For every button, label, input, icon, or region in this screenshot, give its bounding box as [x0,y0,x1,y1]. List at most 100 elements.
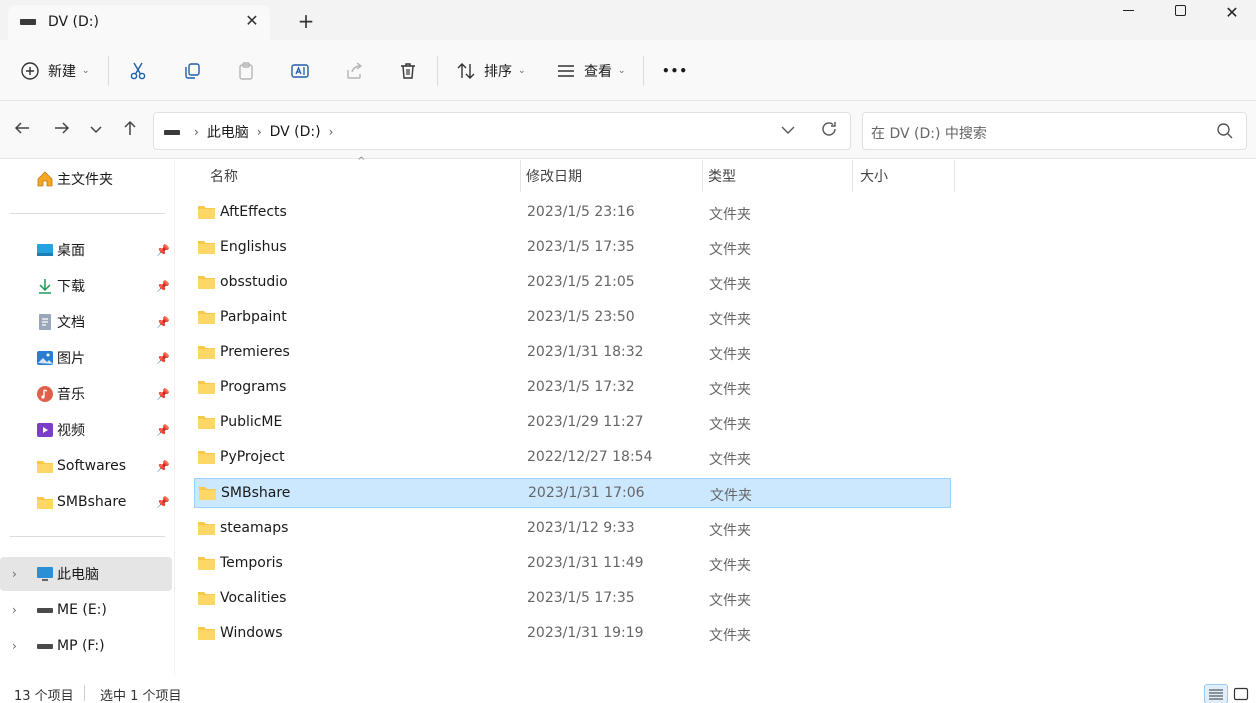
file-name: Vocalities [220,590,287,606]
file-row-vocalities[interactable]: Vocalities 2023/1/5 17:35 文件夹 [194,584,951,614]
file-row-parbpaint[interactable]: Parbpaint 2023/1/5 23:50 文件夹 [194,303,951,333]
pin-icon: 📌 [156,243,170,257]
folder-icon [198,557,215,570]
breadcrumb-separator[interactable]: › [257,125,262,139]
file-date: 2023/1/5 23:50 [527,309,635,325]
file-date: 2023/1/31 17:06 [528,485,645,501]
drive-icon [20,19,36,25]
file-row-temporis[interactable]: Temporis 2023/1/31 11:49 文件夹 [194,549,951,579]
chevron-right-icon[interactable]: › [12,567,17,581]
file-row-premieres[interactable]: Premieres 2023/1/31 18:32 文件夹 [194,338,951,368]
details-view-button[interactable] [1204,684,1228,703]
tab-close-button[interactable]: ✕ [242,11,262,31]
forward-button[interactable] [50,119,74,143]
item-count: 13 个项目 [14,689,74,703]
chevron-right-icon[interactable]: › [12,603,17,617]
file-type: 文件夹 [709,452,751,468]
sidebar-item-music[interactable]: 音乐 📌 [0,377,172,411]
pin-icon: 📌 [156,351,170,365]
share-button[interactable] [344,53,364,89]
large-icons-view-button[interactable] [1233,686,1249,702]
file-row-aftEffects[interactable]: AftEffects 2023/1/5 23:16 文件夹 [194,198,951,228]
file-name: SMBshare [221,485,291,501]
file-date: 2023/1/5 23:16 [527,204,635,220]
sidebar-item-documents[interactable]: 文档 📌 [0,305,172,339]
column-divider[interactable] [954,160,955,192]
file-name: PublicME [220,414,283,430]
more-options-button[interactable]: ••• [662,53,688,89]
column-header-name[interactable]: 名称 [210,160,238,192]
file-date: 2023/1/5 17:32 [527,379,635,395]
drive-icon [37,608,53,613]
sidebar-item-videos[interactable]: 视频 📌 [0,413,172,447]
breadcrumb-separator[interactable]: › [329,125,334,139]
file-type: 文件夹 [709,382,751,398]
file-row-englishus[interactable]: Englishus 2023/1/5 17:35 文件夹 [194,233,951,263]
sidebar-item-label: SMBshare [57,494,127,510]
back-button[interactable] [10,119,34,143]
sidebar-item-home[interactable]: 主文件夹 [0,162,172,196]
new-tab-button[interactable]: + [294,10,318,34]
breadcrumb-this-pc[interactable]: 此电脑 [207,122,249,142]
scissors-icon [130,62,146,80]
recent-locations-button[interactable] [84,119,108,143]
column-divider[interactable] [702,160,703,192]
file-name: Programs [220,379,287,395]
cut-button[interactable] [128,53,148,89]
file-row-smbshare[interactable]: SMBshare 2023/1/31 17:06 文件夹 [194,478,951,508]
file-date: 2022/12/27 18:54 [527,449,653,465]
breadcrumb: › 此电脑 › DV (D:) › [186,122,341,142]
copy-button[interactable] [182,53,202,89]
pin-icon: 📌 [156,423,170,437]
sidebar-item-this-pc[interactable]: › 此电脑 [0,557,172,591]
column-header-date[interactable]: 修改日期 [526,160,582,192]
delete-button[interactable] [398,53,418,89]
close-window-button[interactable]: ✕ [1206,0,1256,30]
column-divider[interactable] [852,160,853,192]
sidebar-item-smbshare[interactable]: SMBshare 📌 [0,485,172,519]
chevron-down-icon: ⌄ [518,66,526,76]
sort-button[interactable]: 排序 ⌄ [456,53,526,89]
paste-button[interactable] [236,53,256,89]
maximize-button[interactable] [1154,0,1206,30]
breadcrumb-separator[interactable]: › [194,125,199,139]
breadcrumb-dv-d[interactable]: DV (D:) [270,124,321,140]
sidebar-item-softwares[interactable]: Softwares 📌 [0,449,172,483]
refresh-button[interactable] [820,120,838,143]
search-input[interactable]: 在 DV (D:) 中搜索 [862,112,1247,150]
folder-icon [37,461,53,473]
sidebar-item-desktop[interactable]: 桌面 📌 [0,233,172,267]
file-row-programs[interactable]: Programs 2023/1/5 17:32 文件夹 [194,373,951,403]
up-button[interactable] [118,119,142,143]
view-button[interactable]: 查看 ⌄ [556,53,626,89]
file-date: 2023/1/29 11:27 [527,414,644,430]
file-row-pyproject[interactable]: PyProject 2022/12/27 18:54 文件夹 [194,443,951,473]
sidebar-item-drive-f[interactable]: › MP (F:) [0,629,172,663]
file-row-windows[interactable]: Windows 2023/1/31 19:19 文件夹 [194,619,951,649]
sidebar-item-label: 主文件夹 [57,172,113,188]
search-placeholder: 在 DV (D:) 中搜索 [871,126,987,142]
file-date: 2023/1/5 17:35 [527,239,635,255]
address-bar[interactable]: › 此电脑 › DV (D:) › [153,112,851,150]
address-history-button[interactable] [780,122,796,142]
new-button[interactable]: 新建 ⌄ [20,53,90,89]
file-type: 文件夹 [709,523,751,539]
folder-icon [198,451,215,464]
column-divider[interactable] [520,160,521,192]
folder-icon [198,627,215,640]
sidebar-item-downloads[interactable]: 下载 📌 [0,269,172,303]
column-header-size[interactable]: 大小 [860,160,888,192]
sidebar-item-pictures[interactable]: 图片 📌 [0,341,172,375]
file-row-publicme[interactable]: PublicME 2023/1/29 11:27 文件夹 [194,408,951,438]
minimize-button[interactable] [1102,0,1154,30]
column-header-type[interactable]: 类型 [708,160,736,192]
chevron-right-icon[interactable]: › [12,639,17,653]
sidebar-item-label: 文档 [57,315,85,331]
file-row-obsstudio[interactable]: obsstudio 2023/1/5 21:05 文件夹 [194,268,951,298]
sidebar-item-drive-e[interactable]: › ME (E:) [0,593,172,627]
file-row-steamaps[interactable]: steamaps 2023/1/12 9:33 文件夹 [194,514,951,544]
computer-icon [37,567,53,581]
rename-button[interactable] [290,53,310,89]
tab-dv-d[interactable]: DV (D:) ✕ [8,5,270,40]
command-bar: 新建 ⌄ 排序 ⌄ 查看 ⌄ ••• [0,40,1256,101]
